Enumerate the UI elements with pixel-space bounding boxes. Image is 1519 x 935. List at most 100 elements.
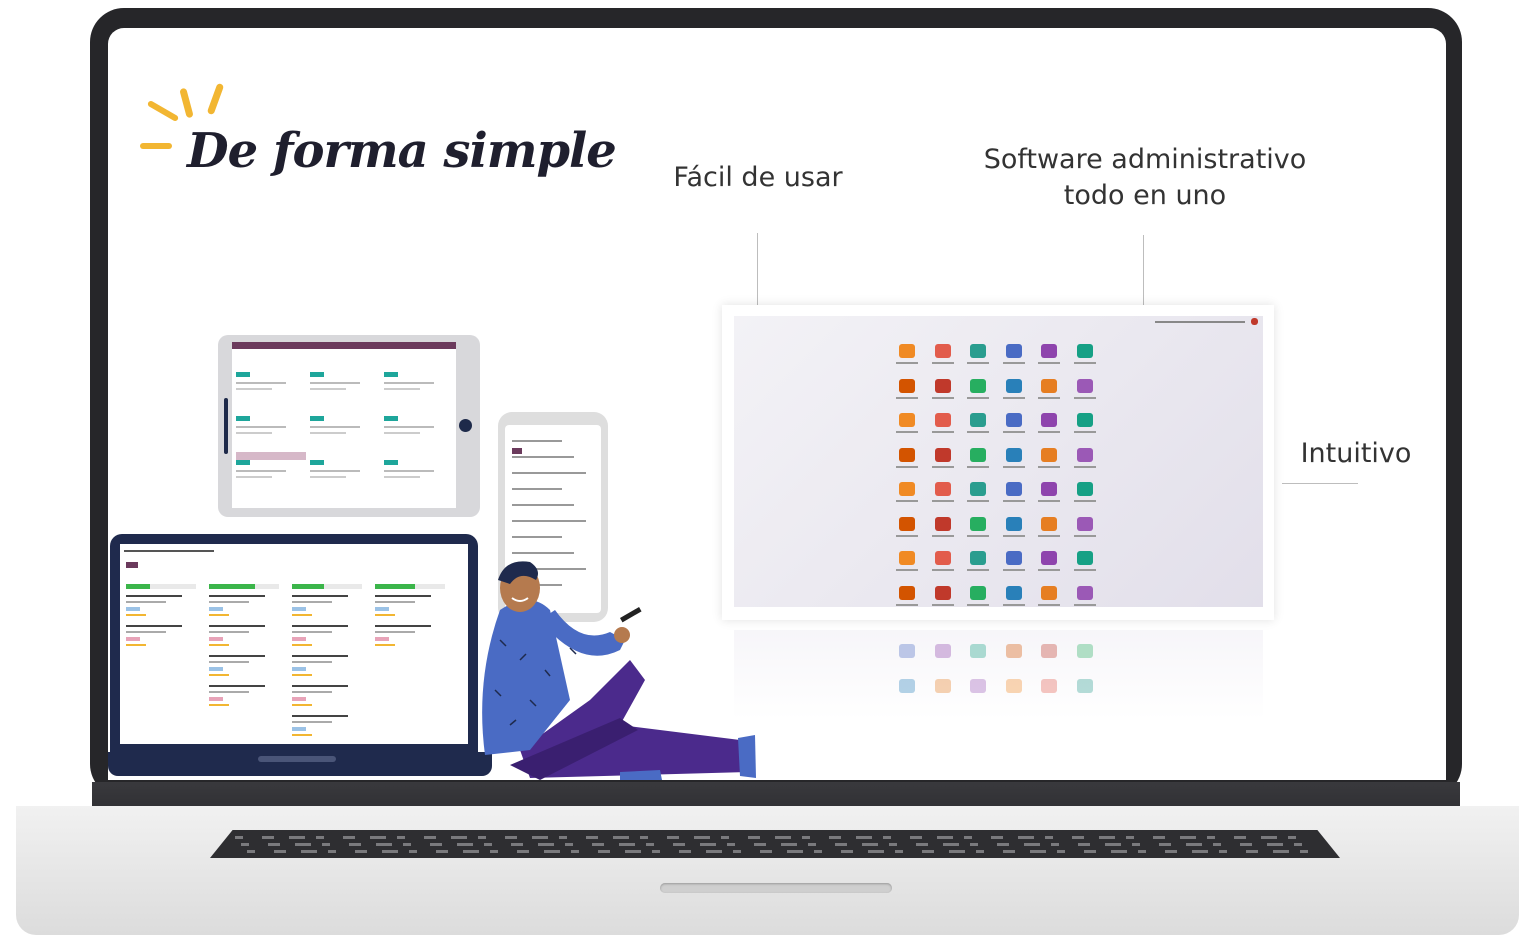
kanban-tag (209, 637, 223, 641)
tablet-line (236, 476, 272, 478)
keyboard-key (349, 843, 361, 846)
kanban-stars (292, 644, 312, 646)
app-label (967, 465, 989, 468)
tablet-chip (310, 416, 324, 421)
kanban-tag (292, 637, 306, 641)
app-label (1002, 569, 1025, 571)
keyboard-key (544, 850, 560, 853)
keyboard-key (424, 836, 436, 839)
tablet-line (384, 470, 434, 472)
app-icon (899, 378, 915, 393)
keyboard-key (835, 843, 847, 846)
keyboard-key (802, 836, 810, 839)
keyboard-key (1165, 850, 1177, 853)
person-illustration (482, 561, 756, 780)
kanban-card-line (292, 595, 348, 597)
kanban-card-line (126, 631, 166, 633)
tablet-line (310, 426, 360, 428)
kanban-button (126, 562, 138, 568)
app-label (1038, 431, 1060, 433)
kanban-card-line (209, 691, 249, 693)
keyboard-key (1078, 843, 1090, 846)
keyboard-key (241, 843, 249, 846)
app-label (896, 534, 918, 537)
keyboard-key (322, 843, 330, 846)
keyboard-key (895, 850, 903, 853)
keyboard-key (268, 843, 280, 846)
app-icon (1076, 447, 1093, 462)
app-icon-reflection (934, 678, 951, 693)
app-icon (1076, 482, 1093, 496)
kanban-stars (375, 614, 395, 616)
kanban-card-line (126, 601, 166, 603)
kanban-card-line (292, 601, 332, 603)
kanban-progress-fill (126, 584, 150, 589)
app-icon-reflection (1076, 678, 1093, 693)
keyboard-key (343, 836, 355, 839)
app-label (896, 465, 918, 468)
keyboard-key (1159, 843, 1171, 846)
keyboard-key (382, 850, 398, 853)
keyboard-key (613, 836, 629, 839)
tablet-line (236, 388, 272, 390)
app-icon (899, 551, 915, 565)
app-icon (1076, 413, 1093, 427)
app-label (1073, 362, 1096, 364)
app-icon (1076, 551, 1093, 565)
keyboard-key (301, 850, 317, 853)
phone-line (512, 488, 562, 490)
dashboard-topbar (1155, 321, 1245, 323)
keyboard-key (679, 850, 691, 853)
callout-line-easy (757, 233, 758, 305)
tablet-screen (232, 342, 456, 508)
keyboard-key (484, 843, 492, 846)
app-icon (934, 344, 951, 358)
callout-line-software (1143, 235, 1144, 305)
kanban-card-line (292, 691, 332, 693)
app-label (1038, 603, 1060, 606)
keyboard-key (1126, 836, 1134, 839)
app-label (896, 569, 918, 571)
app-icon-reflection (970, 678, 986, 693)
keyboard-key (781, 843, 797, 846)
kanban-stars (126, 644, 146, 646)
phone-line (512, 472, 586, 474)
app-icon-reflection (934, 644, 951, 658)
keyboard-key (883, 836, 891, 839)
app-icon (1005, 344, 1022, 358)
app-icon (970, 447, 986, 462)
app-icon (899, 344, 915, 358)
tablet-chip (310, 372, 324, 377)
keyboard-key (451, 836, 467, 839)
phone-line (512, 504, 574, 506)
keyboard-key (721, 836, 729, 839)
kanban-card-line (209, 661, 249, 663)
kanban-card-line (375, 601, 415, 603)
keyboard-key (376, 843, 392, 846)
feature-software-line2: todo en uno (1063, 180, 1227, 211)
tablet-line (310, 382, 360, 384)
keyboard-key (1018, 836, 1034, 839)
keyboard-key (991, 836, 1003, 839)
tablet-line (310, 476, 346, 478)
app-label (967, 362, 989, 364)
feature-software-line1: Software administrativo (983, 144, 1307, 175)
app-icon (1005, 413, 1022, 427)
app-icon (1005, 378, 1022, 393)
app-icon (1005, 585, 1022, 600)
app-label (1073, 569, 1096, 571)
keyboard-key (1273, 850, 1289, 853)
app-icon (1041, 413, 1057, 427)
keyboard-key (1267, 843, 1283, 846)
app-icon (970, 516, 986, 531)
keyboard-key (295, 843, 311, 846)
tablet-line (384, 432, 420, 434)
kanban-card-line (375, 595, 431, 597)
tablet-button (224, 398, 228, 454)
keyboard-key (1213, 843, 1221, 846)
kanban-card-line (209, 595, 265, 597)
phone-line (512, 520, 586, 522)
app-icon (899, 516, 915, 531)
keyboard-key (565, 843, 573, 846)
app-label (1038, 534, 1060, 537)
